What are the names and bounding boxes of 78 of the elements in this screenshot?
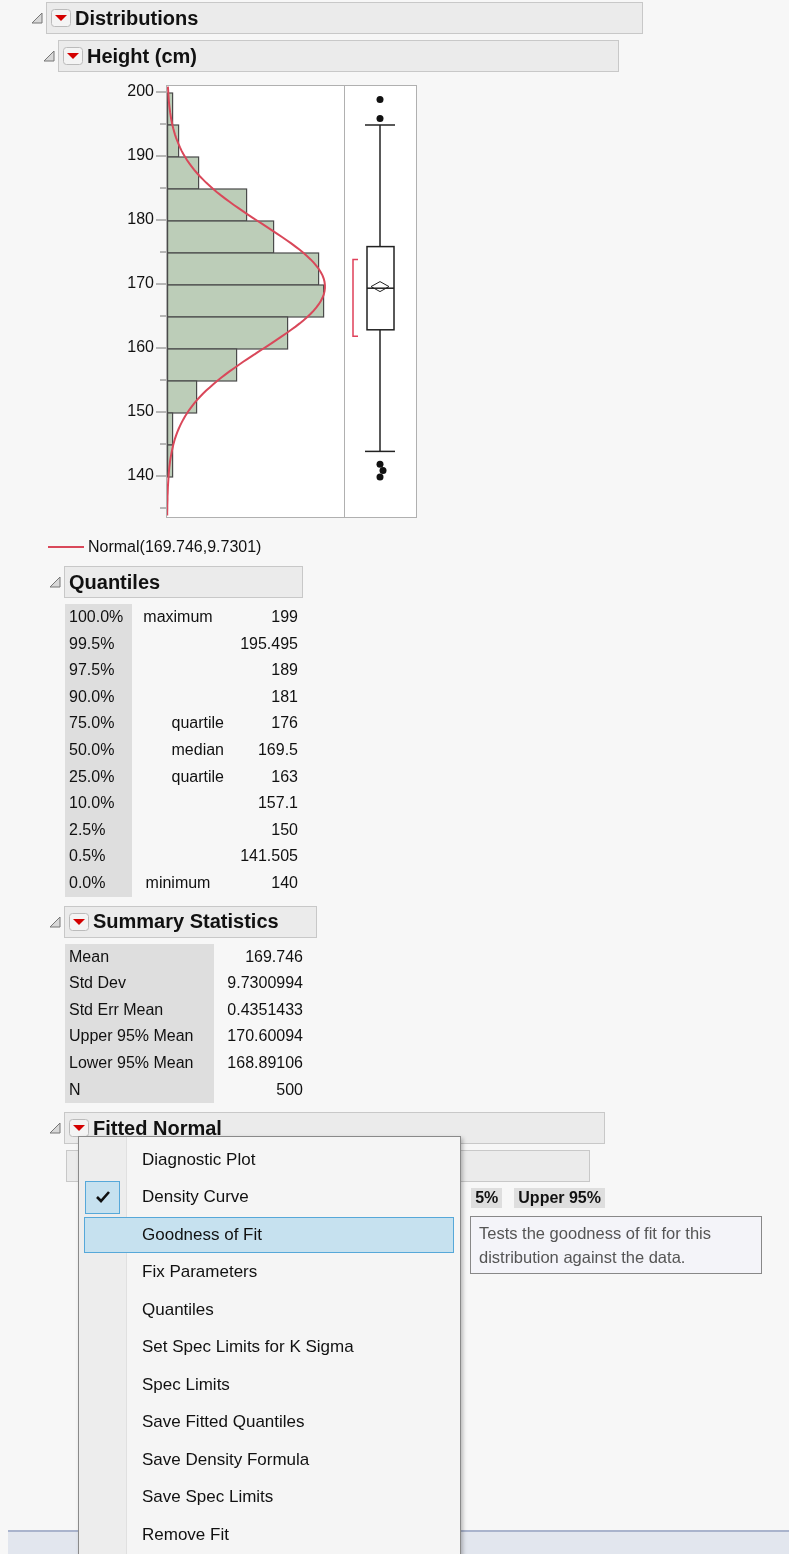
label-cell-text: maximum xyxy=(142,607,214,627)
disclosure-icon[interactable] xyxy=(42,49,56,63)
percent-cell: 90.0% xyxy=(65,683,132,711)
axis-tick-label: 200 xyxy=(127,82,154,100)
value-cell-text: 140 xyxy=(270,872,298,893)
column-header: Upper 95% xyxy=(514,1188,605,1209)
menu-item[interactable]: Goodness of Fit xyxy=(84,1217,454,1253)
section-header[interactable]: Height (cm) xyxy=(58,40,619,72)
percent-cell: 75.0% xyxy=(65,710,132,737)
axis-tick-label: 180 xyxy=(127,210,154,228)
menu-item[interactable]: Save Density Formula xyxy=(84,1442,454,1478)
legend-label: Normal(169.746,9.7301) xyxy=(88,538,262,556)
statistic-value: 500 xyxy=(275,1079,303,1100)
axis-tick-label: 170 xyxy=(127,274,154,292)
value-cell-text: 157.1 xyxy=(256,793,298,814)
menu-item[interactable]: Spec Limits xyxy=(84,1367,454,1403)
percent-cell: 100.0% xyxy=(65,604,132,631)
menu-item[interactable]: Density Curve xyxy=(84,1179,454,1215)
outlier-point xyxy=(376,95,384,103)
percent-cell: 10.0% xyxy=(65,790,132,817)
label-cell-text: minimum xyxy=(144,872,212,893)
value-cell-text: 150 xyxy=(270,819,298,840)
dropdown-menu-icon[interactable] xyxy=(69,912,89,931)
value-cell-text: 141.505 xyxy=(239,846,298,867)
mean-diamond xyxy=(370,281,390,293)
statistic-label: Std Err Mean xyxy=(65,996,214,1024)
menu-item[interactable]: Diagnostic Plot xyxy=(84,1142,454,1178)
menu-item[interactable]: Quantiles xyxy=(84,1292,454,1328)
section-header[interactable]: Summary Statistics xyxy=(64,905,317,938)
menu-item[interactable]: Save Fitted Quantiles xyxy=(84,1404,454,1440)
menu-item[interactable]: Fix Parameters xyxy=(84,1254,454,1290)
value-cell-text: 199 xyxy=(270,607,298,627)
disclosure-icon[interactable] xyxy=(30,11,44,25)
label-cell-text: median xyxy=(170,739,225,760)
statistic-value: 170.60094 xyxy=(226,1026,303,1047)
statistic-label: Upper 95% Mean xyxy=(65,1023,214,1050)
statistic-label: Lower 95% Mean xyxy=(65,1049,214,1077)
percent-cell: 25.0% xyxy=(65,763,132,791)
value-cell-text: 169.5 xyxy=(256,739,298,760)
statistic-value: 169.746 xyxy=(244,946,303,967)
statistic-value: 0.4351433 xyxy=(226,999,303,1020)
statistic-label: N xyxy=(65,1076,214,1104)
legend-line-icon xyxy=(48,545,84,549)
percent-cell: 2.5% xyxy=(65,816,132,844)
section-header[interactable]: Distributions xyxy=(46,2,643,34)
axis-tick-label: 190 xyxy=(127,146,154,164)
percent-cell: 99.5% xyxy=(65,630,132,658)
value-cell-text: 189 xyxy=(270,660,298,681)
statistic-label: Mean xyxy=(65,943,214,971)
value-cell-text: 163 xyxy=(270,766,298,787)
dropdown-menu-icon[interactable] xyxy=(51,9,71,27)
outlier-point xyxy=(376,115,384,123)
label-cell-text: quartile xyxy=(170,713,225,734)
disclosure-icon[interactable] xyxy=(48,914,62,929)
percent-cell: 50.0% xyxy=(65,736,132,764)
statistic-value: 9.7300994 xyxy=(226,973,303,994)
value-cell-text: 181 xyxy=(270,686,298,707)
menu-item[interactable]: Save Spec Limits xyxy=(84,1479,454,1515)
value-cell-text: 195.495 xyxy=(239,633,298,654)
dropdown-menu-icon[interactable] xyxy=(69,1119,89,1138)
axis-tick-label: 160 xyxy=(127,338,154,356)
statistic-label: Std Dev xyxy=(65,970,214,997)
axis-tick-label: 140 xyxy=(127,466,154,484)
percent-cell: 97.5% xyxy=(65,657,132,684)
disclosure-icon[interactable] xyxy=(48,575,62,589)
axis-tick-label: 150 xyxy=(127,402,154,420)
value-cell-text: 176 xyxy=(270,713,298,734)
percent-cell: 0.0% xyxy=(65,869,132,897)
section-header[interactable]: Quantiles xyxy=(64,566,303,598)
menu-item[interactable]: Remove Fit xyxy=(84,1517,454,1553)
percent-cell: 0.5% xyxy=(65,843,132,870)
disclosure-icon[interactable] xyxy=(48,1121,62,1136)
tooltip: Tests the goodness of fit for this distribution against the data. xyxy=(470,1216,762,1274)
column-header: 5% xyxy=(471,1188,503,1209)
statistic-value: 168.89106 xyxy=(226,1052,303,1073)
menu-item[interactable]: Set Spec Limits for K Sigma xyxy=(84,1329,454,1365)
dropdown-menu-icon[interactable] xyxy=(63,47,83,65)
label-cell-text: quartile xyxy=(170,766,225,787)
